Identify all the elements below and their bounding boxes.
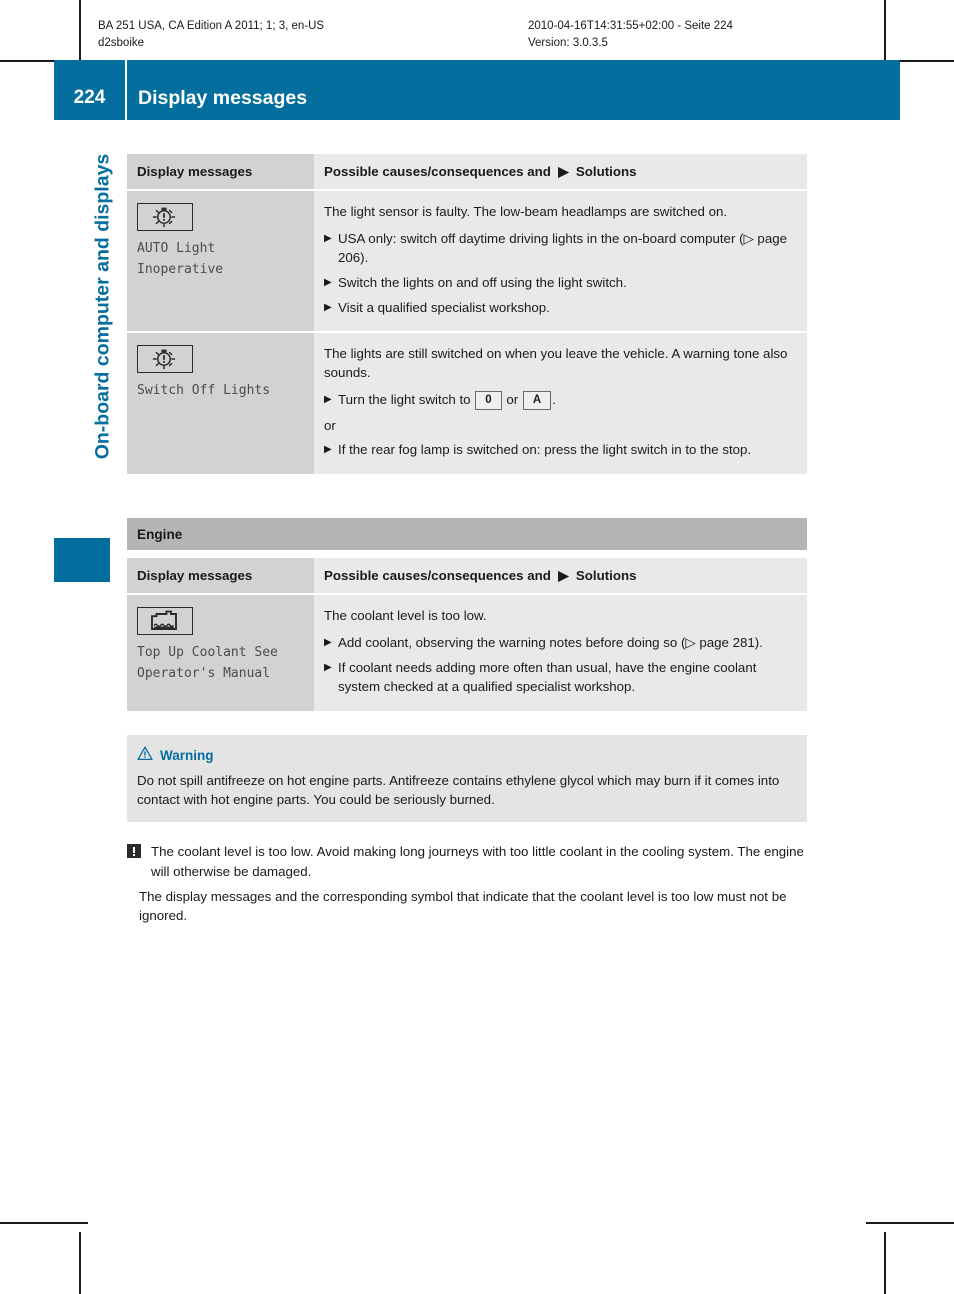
table-header-solutions: Possible causes/consequences and ▶ Solut… xyxy=(314,154,807,191)
print-header-timestamp: 2010-04-16T14:31:55+02:00 - Seite 224 xyxy=(528,20,733,32)
keycap-a[interactable]: A xyxy=(522,391,552,410)
solutions-triangle-icon: ▶ xyxy=(554,568,573,584)
note-block: The coolant level is too low. Avoid maki… xyxy=(127,842,807,925)
crop-mark-right-top-vertical xyxy=(884,0,886,62)
chapter-tab-label: On-board computer and displays xyxy=(91,153,114,460)
print-header-document-id: BA 251 USA, CA Edition A 2011; 1; 3, en-… xyxy=(98,20,325,32)
warning-header: Warning xyxy=(137,746,795,766)
bullet-triangle-icon: ▶ xyxy=(324,662,332,673)
crop-mark-left-bottom-vertical xyxy=(79,1232,81,1294)
solution-bullet-light-switch: ▶ Turn the light switch to 0 or A. xyxy=(324,391,793,410)
light-sensor-warning-icon xyxy=(137,345,193,374)
warning-triangle-icon xyxy=(137,746,153,766)
message-cell: Switch Off Lights xyxy=(127,332,314,477)
solution-bullet: ▶ Switch the lights on and off using the… xyxy=(324,274,793,293)
table-header-solutions: Possible causes/consequences and ▶ Solut… xyxy=(314,558,807,596)
solution-intro: The coolant level is too low. xyxy=(324,608,487,624)
solution-bullet-text: Visit a qualified specialist workshop. xyxy=(338,299,550,315)
table-header-row: Display messages Possible causes/consequ… xyxy=(127,154,807,191)
light-switch-instruction: Turn the light switch to xyxy=(338,392,471,408)
or-separator: or xyxy=(324,417,336,433)
solution-intro: The lights are still switched on when yo… xyxy=(324,346,788,381)
page-content: Display messages Possible causes/consequ… xyxy=(127,154,807,925)
solutions-cell: The coolant level is too low. ▶ Add cool… xyxy=(314,594,807,713)
solutions-triangle-icon: ▶ xyxy=(554,164,573,179)
table-header-solutions-post: Solutions xyxy=(575,164,637,179)
bullet-triangle-icon: ▶ xyxy=(324,301,332,313)
solution-bullet: ▶ Add coolant, observing the warning not… xyxy=(324,634,793,653)
print-header-left: BA 251 USA, CA Edition A 2011; 1; 3, en-… xyxy=(98,18,324,51)
crop-mark-bottom-left xyxy=(0,1222,88,1224)
note-text-1: The coolant level is too low. Avoid maki… xyxy=(151,844,804,879)
light-sensor-warning-icon xyxy=(137,203,193,231)
table-header-display-messages: Display messages xyxy=(127,558,314,596)
table-header-solutions-post: Solutions xyxy=(575,568,637,584)
solution-bullet-text: USA only: switch off daytime driving lig… xyxy=(338,230,788,265)
warning-box: Warning Do not spill antifreeze on hot e… xyxy=(127,734,807,823)
solution-bullet-text: Switch the lights on and off using the l… xyxy=(338,274,627,290)
solution-bullet-text: Turn the light switch to 0 or A. xyxy=(338,391,793,410)
keycap-conjunction: or xyxy=(506,392,519,408)
solutions-cell: The lights are still switched on when yo… xyxy=(314,332,807,477)
table-row: Switch Off Lights The lights are still s… xyxy=(127,332,807,477)
message-cell: Top Up Coolant See Operator's Manual xyxy=(127,594,314,713)
solution-intro: The light sensor is faulty. The low-beam… xyxy=(324,204,728,219)
solutions-cell: The light sensor is faulty. The low-beam… xyxy=(314,190,807,334)
table-header-display-messages: Display messages xyxy=(127,154,314,191)
table-header-row: Display messages Possible causes/consequ… xyxy=(127,558,807,596)
bullet-triangle-icon: ▶ xyxy=(324,232,332,244)
crop-mark-bottom-right xyxy=(866,1222,954,1224)
chapter-tab-marker xyxy=(54,538,110,582)
message-cell: AUTO Light Inoperative xyxy=(127,190,314,334)
crop-mark-left-top-vertical xyxy=(79,0,81,62)
display-messages-table-lights: Display messages Possible causes/consequ… xyxy=(127,154,807,477)
solution-bullet: ▶ USA only: switch off daytime driving l… xyxy=(324,230,793,268)
solution-bullet-text: Add coolant, observing the warning notes… xyxy=(338,635,763,651)
print-header-version: Version: 3.0.3.5 xyxy=(528,36,608,49)
header-divider xyxy=(125,60,127,120)
page-number: 224 xyxy=(73,87,106,108)
note-paragraph-1: The coolant level is too low. Avoid maki… xyxy=(127,842,807,881)
solution-bullet: ▶ If the rear fog lamp is switched on: p… xyxy=(324,441,793,460)
table-header-solutions-pre: Possible causes/consequences and xyxy=(324,164,551,179)
message-text: Switch Off Lights xyxy=(137,383,271,399)
warning-body: Do not spill antifreeze on hot engine pa… xyxy=(137,772,780,808)
keycap-terminator: . xyxy=(552,392,556,408)
table-row: AUTO Light Inoperative The light sensor i… xyxy=(127,190,807,334)
note-text-2: The display messages and the correspondi… xyxy=(139,888,787,924)
solution-bullet-text: If the rear fog lamp is switched on: pre… xyxy=(338,442,752,458)
display-messages-table-engine: Display messages Possible causes/consequ… xyxy=(127,558,807,713)
print-header-user: d2sboike xyxy=(98,36,145,49)
solution-bullet: ▶ Visit a qualified specialist workshop. xyxy=(324,299,793,318)
bullet-triangle-icon: ▶ xyxy=(324,394,332,406)
print-header-right: 2010-04-16T14:31:55+02:00 - Seite 224 Ve… xyxy=(528,18,733,51)
message-text: AUTO Light Inoperative xyxy=(137,241,224,277)
solution-bullet: ▶ If coolant needs adding more often tha… xyxy=(324,659,793,697)
solution-bullet-text: If coolant needs adding more often than … xyxy=(338,660,757,694)
coolant-level-icon xyxy=(137,607,193,636)
bullet-triangle-icon: ▶ xyxy=(324,276,332,288)
table-header-solutions-pre: Possible causes/consequences and xyxy=(324,568,551,584)
table-row: Top Up Coolant See Operator's Manual The … xyxy=(127,594,807,713)
warning-title: Warning xyxy=(160,748,214,764)
message-text: Top Up Coolant See Operator's Manual xyxy=(137,645,278,681)
bullet-triangle-icon: ▶ xyxy=(324,637,332,649)
keycap-0[interactable]: 0 xyxy=(475,391,502,410)
bullet-triangle-icon: ▶ xyxy=(324,444,332,456)
page-title: Display messages xyxy=(138,87,308,109)
exclamation-note-icon xyxy=(127,842,151,863)
section-header-engine: Engine xyxy=(127,518,807,551)
crop-mark-right-bottom-vertical xyxy=(884,1232,886,1294)
